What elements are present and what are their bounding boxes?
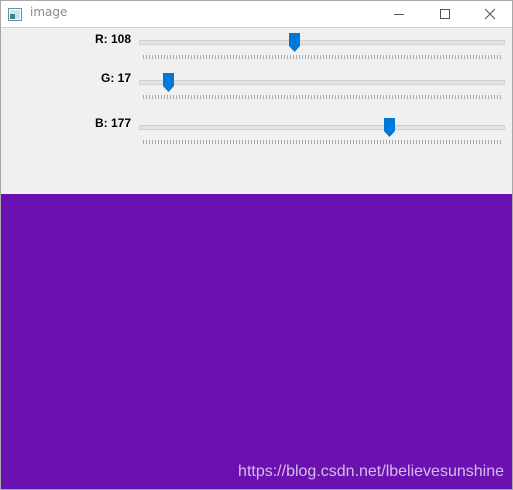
trackbar-g-thumb[interactable] (162, 73, 174, 92)
window-title: image (30, 5, 68, 19)
trackbar-r-label: R: 108 (94, 32, 131, 46)
close-button[interactable] (467, 1, 512, 27)
trackbar-b-thumb[interactable] (383, 118, 395, 137)
trackbar-g-track[interactable] (139, 80, 505, 85)
trackbar-b-ticks (143, 140, 501, 144)
watermark-text: https://blog.csdn.net/lbelievesunshine (238, 463, 504, 480)
trackbar-r-track[interactable] (139, 40, 505, 45)
maximize-button[interactable] (422, 1, 468, 27)
trackbar-b-track[interactable] (139, 125, 505, 130)
trackbar-panel: R: 108 G: 17 B: 177 (1, 27, 512, 194)
minimize-button[interactable] (376, 1, 422, 27)
close-icon (484, 5, 496, 24)
image-window-icon (8, 6, 22, 21)
trackbar-b-label: B: 177 (94, 116, 131, 130)
minimize-icon (393, 5, 405, 24)
trackbar-r-thumb[interactable] (288, 33, 300, 52)
maximize-icon (439, 5, 451, 24)
trackbar-r-ticks (143, 55, 501, 59)
image-window: image R: 108 G: 17 B: 177 https://blog.c… (0, 0, 513, 490)
color-preview-image: https://blog.csdn.net/lbelievesunshine (1, 194, 512, 489)
title-bar[interactable]: image (1, 1, 512, 27)
trackbar-g-ticks (143, 95, 501, 99)
trackbar-g-label: G: 17 (100, 71, 131, 85)
